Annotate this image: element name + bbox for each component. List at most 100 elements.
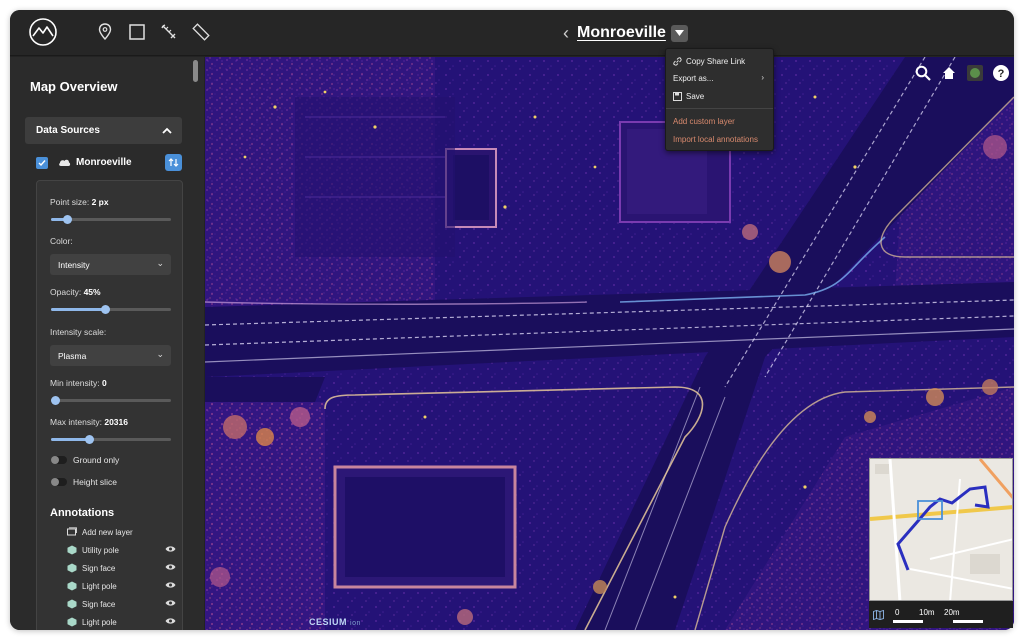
color-select[interactable]: Intensity ⌄ [50,254,171,275]
data-sources-label: Data Sources [36,125,100,136]
app-logo-icon[interactable] [28,17,58,47]
menu-divider [666,108,773,109]
menu-save[interactable]: Save [666,88,773,105]
annotation-layer-label: Light pole [82,618,117,627]
scale-label-10m: 10m [919,608,935,617]
measure-pen-icon[interactable] [159,22,179,42]
help-icon: ? [993,65,1009,81]
annotation-layer-item[interactable]: Light pole [67,616,167,628]
slider-knob[interactable] [63,215,72,224]
menu-label: Copy Share Link [686,57,746,66]
menu-import-local-annotations[interactable]: Import local annotations [666,131,773,148]
back-chevron-icon[interactable]: ‹ [563,23,569,44]
menu-copy-share-link[interactable]: Copy Share Link [666,53,773,70]
square-select-icon[interactable] [127,22,147,42]
source-checkbox[interactable] [36,157,48,169]
app-window: ‹ Monroeville Map Overview Data Sources … [10,10,1014,630]
annotation-layer-item[interactable]: Light pole [67,580,167,592]
sidebar: Map Overview Data Sources Monroeville Po… [10,57,204,630]
sort-arrows-icon [168,158,179,167]
min-intensity-slider[interactable] [51,396,171,405]
cesium-attribution[interactable]: CESIUM ion [309,617,361,627]
add-layer-label: Add new layer [82,528,133,537]
scale-label-0: 0 [895,608,900,617]
source-settings-panel: Point size: 2 px Color: Intensity ⌄ Opac… [36,180,183,630]
title-menu-button[interactable] [670,24,688,42]
min-intensity-label: Min intensity: 0 [50,378,107,388]
layer-cube-icon [67,545,77,555]
slider-knob[interactable] [51,396,60,405]
search-button[interactable] [913,63,933,83]
top-bar: ‹ Monroeville [10,10,1014,56]
minimap[interactable] [869,458,1013,601]
data-source-row: Monroeville [36,154,184,172]
eye-icon[interactable] [165,581,176,589]
layer-cube-icon [67,599,77,609]
home-button[interactable] [939,63,959,83]
map-pin-icon[interactable] [95,22,115,42]
color-label: Color: [50,236,73,246]
intensity-scale-value: Plasma [58,351,87,361]
max-intensity-slider[interactable] [51,435,171,444]
slider-fill [51,438,89,441]
menu-label: Add custom layer [673,117,735,126]
project-title[interactable]: Monroeville [577,24,666,42]
link-icon [673,57,682,66]
layer-cube-icon [67,617,77,627]
annotation-layer-item[interactable]: Utility pole [67,544,167,556]
annotation-layer-label: Sign face [82,600,116,609]
caret-down-icon [674,30,684,36]
annotation-layer-item[interactable]: Sign face [67,598,167,610]
slider-knob[interactable] [85,435,94,444]
ruler-icon[interactable] [191,22,211,42]
project-menu: Copy Share Link Export as... › Save Add … [665,48,774,151]
menu-label: Export as... [673,74,714,83]
height-slice-label: Height slice [73,477,117,487]
slider-knob[interactable] [101,305,110,314]
submenu-arrow-icon: › [761,73,764,82]
annotation-layer-item[interactable]: Sign face [67,562,167,574]
annotation-layer-label: Sign face [82,564,116,573]
layer-cube-icon [67,581,77,591]
eye-icon[interactable] [165,545,176,553]
svg-text:?: ? [998,68,1005,80]
annotation-layer-label: Utility pole [82,546,119,555]
opacity-label: Opacity: 45% [50,287,101,297]
add-layer-button[interactable]: Add new layer [67,526,167,538]
add-layer-icon [67,527,77,536]
chevron-up-icon [162,127,172,134]
ground-only-label: Ground only [73,455,120,465]
help-button[interactable]: ? [991,63,1011,83]
eye-icon[interactable] [165,599,176,607]
map-toolbar: ? [913,61,1011,85]
annotation-layer-label: Light pole [82,582,117,591]
eye-icon[interactable] [165,563,176,571]
intensity-scale-select[interactable]: Plasma ⌄ [50,345,171,366]
scale-line [893,620,983,623]
cloud-icon [59,159,71,166]
point-size-slider[interactable] [51,215,171,224]
minimap-map [870,459,1012,600]
menu-export-as[interactable]: Export as... › [666,70,773,87]
menu-label: Save [686,92,705,101]
menu-add-custom-layer[interactable]: Add custom layer [666,113,773,130]
sidebar-title: Map Overview [30,79,118,94]
chevron-down-icon: ⌄ [156,349,164,359]
intensity-scale-label: Intensity scale: [50,327,107,337]
sidebar-scrollbar[interactable] [193,60,198,82]
layers-icon [967,65,983,81]
save-icon [673,92,682,101]
map-icon[interactable] [873,610,884,620]
ground-only-toggle[interactable] [51,456,67,464]
menu-label: Import local annotations [673,135,758,144]
data-sources-header[interactable]: Data Sources [25,117,182,144]
scale-label-20m: 20m [944,608,960,617]
opacity-slider[interactable] [51,305,171,314]
home-icon [943,67,955,79]
layers-button[interactable] [965,63,985,83]
chevron-down-icon: ⌄ [156,258,164,268]
height-slice-toggle[interactable] [51,478,67,486]
eye-icon[interactable] [165,617,176,625]
source-name: Monroeville [76,157,132,168]
source-order-button[interactable] [165,154,182,171]
